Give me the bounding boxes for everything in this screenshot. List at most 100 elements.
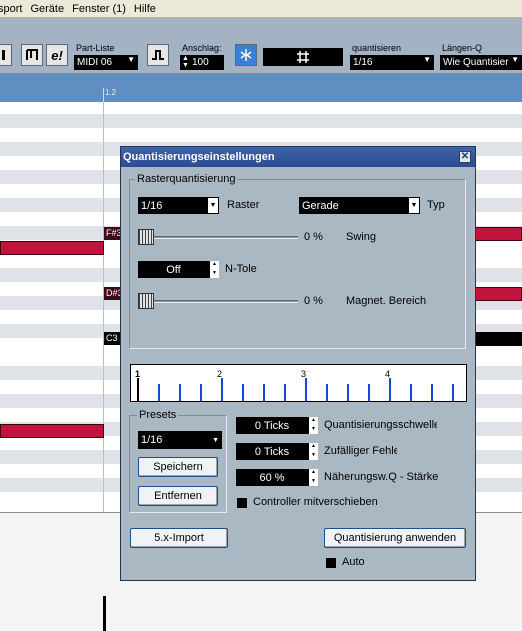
random-label: Zufälliger Fehler — [324, 445, 397, 457]
quantize-select[interactable]: 1/16 ▼ — [350, 55, 434, 70]
preset-value: 1/16 — [141, 434, 163, 446]
ntole-field[interactable]: Off ▲ ▼ — [138, 261, 219, 278]
random-field[interactable]: 0 Ticks ▲ ▼ — [236, 443, 318, 460]
swing-track — [138, 236, 298, 239]
midi-note[interactable] — [0, 241, 104, 255]
grid-line — [326, 384, 328, 401]
threshold-field[interactable]: 0 Ticks ▲ ▼ — [236, 417, 318, 434]
grid-icon[interactable] — [263, 48, 343, 66]
menubar: sport Geräte Fenster (1) Hilfe — [0, 0, 522, 18]
dialog-title: Quantisierungseinstellungen — [121, 147, 475, 167]
chevron-down-icon: ▼ — [423, 55, 431, 64]
chevron-down-icon: ▼ — [511, 55, 519, 64]
part-list-value: MIDI 06 — [77, 57, 113, 68]
type-value: Gerade — [302, 199, 339, 212]
beat-number: 4 — [385, 369, 391, 379]
auto-checkbox[interactable] — [326, 558, 336, 568]
e-icon[interactable]: e! — [46, 44, 68, 66]
magnet-percent: 0 % — [304, 295, 323, 307]
strength-label: Näherungsw.Q - Stärke — [324, 471, 439, 483]
chevron-down-icon: ▼ — [408, 197, 420, 214]
close-icon[interactable]: ✕ — [459, 151, 471, 163]
grid-line — [242, 384, 244, 401]
spin-arrows-icon[interactable]: ▲ ▼ — [308, 469, 318, 486]
midi-note[interactable] — [472, 332, 522, 346]
swing-label: Swing — [346, 231, 376, 243]
spin-arrows-icon[interactable]: ▲ ▼ — [308, 417, 318, 434]
grid-line-beat — [137, 378, 139, 401]
presets-group-label: Presets — [137, 409, 179, 421]
grid-line-beat — [305, 378, 307, 401]
length-select[interactable]: Wie Quantisier ▼ — [440, 55, 522, 70]
quantize-label: quantisieren — [352, 43, 402, 53]
magnet-track — [138, 300, 298, 303]
raster-label: Raster — [227, 199, 260, 211]
grid-line — [431, 384, 433, 401]
magnet-label: Magnet. Bereich — [346, 295, 427, 307]
menu-item-devices[interactable]: Geräte — [30, 3, 70, 15]
type-select[interactable]: Gerade ▼ — [299, 197, 420, 214]
save-button[interactable]: Speichern — [138, 457, 218, 477]
midi-note[interactable] — [472, 287, 522, 301]
grid-line — [368, 384, 370, 401]
spin-arrows-icon[interactable]: ▲ ▼ — [209, 261, 219, 278]
raster-group-label: Rasterquantisierung — [135, 173, 238, 185]
quantize-grid-display[interactable]: 1 2 3 4 — [130, 364, 467, 402]
ruler-tick — [103, 88, 104, 102]
ntole-value: Off — [166, 263, 181, 276]
grid-line — [284, 384, 286, 401]
threshold-value: 0 Ticks — [254, 419, 290, 432]
raster-select[interactable]: 1/16 ▼ — [138, 197, 219, 214]
midi-note[interactable] — [0, 424, 104, 438]
bracket-icon[interactable] — [21, 44, 43, 66]
beat-number: 2 — [217, 369, 223, 379]
controller-label: Controller mitverschieben — [253, 496, 378, 508]
anschlag-field[interactable]: 100 ▲ ▼ — [180, 55, 224, 70]
magnet-slider[interactable] — [138, 292, 298, 310]
pencil-icon[interactable] — [0, 44, 12, 66]
key-lane — [0, 114, 522, 128]
beat-number: 1 — [135, 369, 141, 379]
anschlag-label: Anschlag: — [182, 43, 222, 53]
raster-value: 1/16 — [141, 199, 163, 212]
menu-item-transport[interactable]: sport — [0, 3, 28, 15]
grid-line — [410, 384, 412, 401]
spin-arrows-icon[interactable]: ▲ ▼ — [308, 443, 318, 460]
controller-checkbox[interactable] — [237, 498, 247, 508]
strength-field[interactable]: 60 % ▲ ▼ — [236, 469, 318, 486]
grid-line-beat — [389, 378, 391, 401]
note-label: C3 — [104, 332, 120, 345]
swing-slider[interactable] — [138, 228, 298, 246]
menu-item-help[interactable]: Hilfe — [134, 3, 162, 15]
part-list-select[interactable]: MIDI 06 ▼ — [74, 55, 138, 70]
quantize-value: 1/16 — [353, 57, 373, 68]
snap-icon[interactable] — [235, 44, 257, 66]
step-icon[interactable] — [147, 44, 169, 66]
anschlag-value: 100 — [192, 57, 209, 68]
note-label: D#3 — [104, 287, 123, 300]
menu-item-window[interactable]: Fenster (1) — [72, 3, 132, 15]
grid-line — [452, 384, 454, 401]
import-button[interactable]: 5.x-Import — [130, 528, 228, 548]
length-value: Wie Quantisier — [443, 57, 509, 68]
bar-line — [103, 102, 104, 512]
grid-line — [347, 384, 349, 401]
ntole-label: N-Tole — [225, 263, 257, 275]
midi-note[interactable] — [472, 227, 522, 241]
preset-select[interactable]: 1/16 ▼ — [138, 431, 222, 449]
magnet-thumb[interactable] — [138, 293, 154, 309]
grid-line — [200, 384, 202, 401]
remove-button[interactable]: Entfernen — [138, 486, 218, 506]
length-label: Längen-Q — [442, 43, 483, 53]
ruler[interactable]: 1.2 — [0, 74, 522, 102]
velocity-bar[interactable] — [103, 596, 106, 631]
note-label: F#3 — [104, 227, 122, 240]
apply-quantize-button[interactable]: Quantisierung anwenden — [324, 528, 466, 548]
chevron-down-icon: ▼ — [127, 55, 135, 64]
ruler-bar-label: 1.2 — [105, 88, 117, 97]
threshold-label: Quantisierungsschwelle — [324, 419, 437, 431]
strength-value: 60 % — [259, 471, 285, 484]
swing-thumb[interactable] — [138, 229, 154, 245]
auto-label: Auto — [342, 556, 365, 568]
grid-line — [263, 384, 265, 401]
